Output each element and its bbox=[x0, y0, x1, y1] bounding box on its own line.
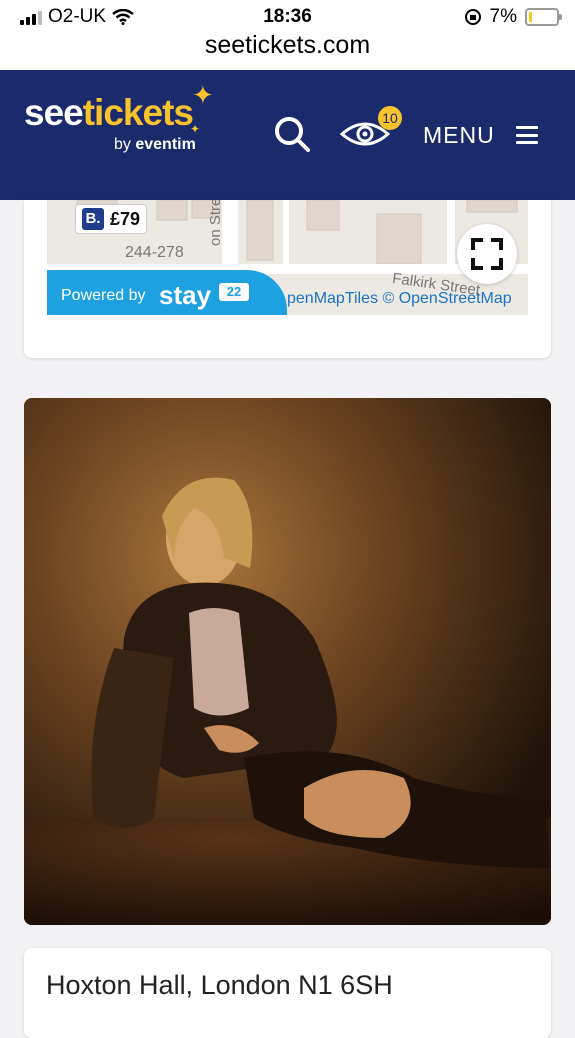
url-bar[interactable]: seetickets.com bbox=[0, 33, 575, 71]
map-label-street: on Street bbox=[207, 200, 224, 246]
stay22-logo: stay bbox=[159, 280, 212, 310]
logo-tickets: tickets bbox=[82, 92, 194, 133]
stay22-banner[interactable]: Powered by stay 22 bbox=[47, 270, 287, 315]
status-bar: O2-UK 18:36 7% bbox=[0, 0, 575, 34]
fullscreen-button[interactable] bbox=[457, 224, 517, 284]
orientation-lock-icon bbox=[464, 9, 481, 25]
map[interactable]: B. £79 244-278 on Street Falkirk Street … bbox=[47, 200, 528, 315]
map-attribution[interactable]: penMapTiles © OpenStreetMap bbox=[287, 290, 512, 308]
hotel-price-marker[interactable]: B. £79 bbox=[75, 204, 148, 234]
watchlist-badge: 10 bbox=[378, 106, 402, 130]
stay22-number: 22 bbox=[219, 283, 249, 301]
logo-eventim: eventim bbox=[135, 136, 196, 153]
logo-see: see bbox=[24, 92, 84, 133]
booking-icon: B. bbox=[82, 208, 104, 230]
battery-percent: 7% bbox=[489, 6, 517, 27]
search-icon[interactable] bbox=[272, 114, 312, 154]
venue-card: Hoxton Hall, London N1 6SH bbox=[24, 948, 551, 1038]
sparkle-small-icon: ✦ bbox=[190, 122, 201, 136]
logo-byline: by eventim bbox=[114, 136, 196, 154]
logo-by: by bbox=[114, 136, 131, 153]
hamburger-icon[interactable] bbox=[516, 126, 538, 144]
venue-address: Hoxton Hall, London N1 6SH bbox=[46, 970, 393, 1000]
artist-photo bbox=[24, 398, 551, 925]
map-card: B. £79 244-278 on Street Falkirk Street … bbox=[24, 200, 551, 358]
artist-figure bbox=[24, 398, 551, 925]
seetickets-logo[interactable]: seetickets by eventim ✦ ✦ bbox=[24, 80, 214, 153]
battery-icon bbox=[525, 8, 562, 26]
site-header: seetickets by eventim ✦ ✦ 10 MENU bbox=[0, 70, 575, 200]
sparkle-icon: ✦ bbox=[192, 80, 214, 110]
fullscreen-icon bbox=[471, 238, 503, 270]
hotel-price: £79 bbox=[110, 208, 141, 229]
powered-by-text: Powered by bbox=[61, 287, 146, 304]
menu-label[interactable]: MENU bbox=[423, 122, 495, 149]
map-label-numbers: 244-278 bbox=[125, 244, 184, 261]
